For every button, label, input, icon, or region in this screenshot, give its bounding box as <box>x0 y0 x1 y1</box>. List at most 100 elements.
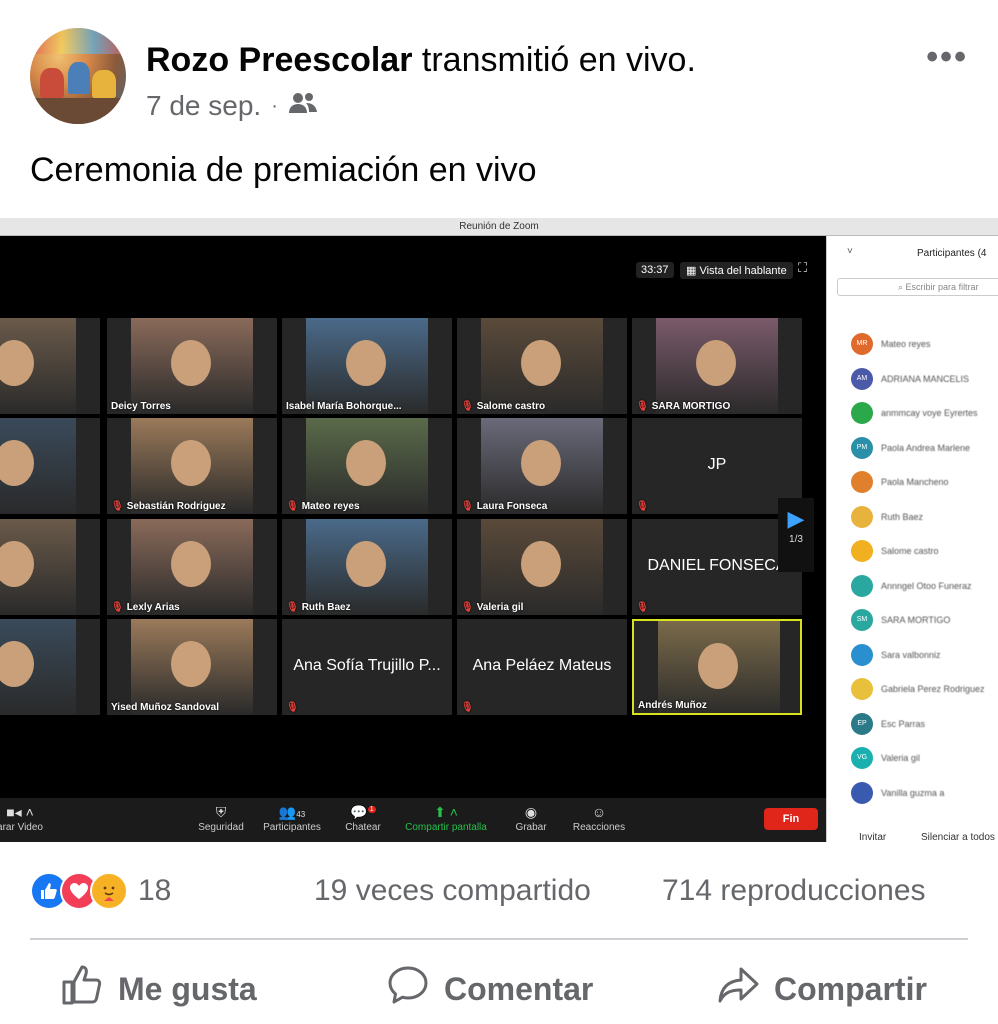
participant-video-tile[interactable]: Yised Muñoz Sandoval <box>107 619 277 715</box>
video-feed <box>481 519 603 615</box>
share-arrow-icon <box>716 963 760 1015</box>
page-avatar[interactable] <box>30 28 126 124</box>
participant-video-tile[interactable]: Isabel María Bohorque... <box>282 318 452 414</box>
video-feed <box>306 418 428 514</box>
participant-name-label: 🎙 SARA MORTIGO <box>636 401 730 412</box>
participant-video-tile[interactable]: L <box>0 318 100 414</box>
more-options-button[interactable]: ••• <box>926 38 968 77</box>
participants-count: 43 <box>296 810 306 819</box>
participant-row[interactable]: Sara valbonniz <box>851 643 941 667</box>
share-screen-button[interactable]: ⬆ ˄ Compartir pantalla <box>404 804 488 833</box>
participant-row[interactable]: Annngel Otoo Funeraz <box>851 574 972 598</box>
security-button[interactable]: ⛨ Seguridad <box>181 804 261 833</box>
reactions-summary[interactable]: 18 <box>30 872 171 910</box>
participant-video-tile[interactable] <box>0 619 100 715</box>
participant-name: Laura Fonseca <box>476 501 548 512</box>
next-page-button[interactable]: ▶ 1/3 <box>778 498 814 572</box>
end-meeting-button[interactable]: Fin <box>764 808 818 830</box>
fullscreen-icon[interactable]: ⛶ <box>798 260 807 276</box>
participant-video-tile[interactable]: 🎙 SARA MORTIGO <box>632 318 802 414</box>
participant-row[interactable]: Gabriela Perez Rodriguez <box>851 677 985 701</box>
video-feed <box>0 318 76 414</box>
participant-avatar <box>851 781 873 804</box>
participant-list-name: Esc Parras <box>881 718 926 729</box>
author-name[interactable]: Rozo Preescolar <box>146 41 412 79</box>
muted-mic-icon: 🎙 <box>636 602 649 613</box>
live-video-player[interactable]: Reunión de Zoom 33:37 ▦ Vista del hablan… <box>0 218 998 842</box>
participant-row[interactable]: SM SARA MORTIGO <box>851 608 950 632</box>
chat-button[interactable]: 💬 1 Chatear <box>323 804 403 833</box>
post-header: Rozo Preescolar transmitió en vivo. <box>146 40 696 80</box>
participant-list-name: Mateo reyes <box>881 339 931 349</box>
participant-row[interactable]: anmmcay voye Eyrertes <box>851 401 978 425</box>
participant-video-tile[interactable]: 🎙 Mateo reyes <box>282 418 452 514</box>
participant-name: Mateo reyes <box>301 501 360 512</box>
participant-row[interactable]: EP Esc Parras <box>851 712 925 736</box>
participant-avatar <box>851 540 873 562</box>
participant-row[interactable]: Vanilla guzma a <box>851 781 944 805</box>
invite-button[interactable]: Invitar <box>859 832 886 842</box>
participant-name-display: JP <box>707 456 727 473</box>
post-date[interactable]: 7 de sep. <box>146 90 261 122</box>
muted-mic-icon: 🎙 <box>636 401 649 412</box>
participant-video-tile[interactable]: 🎙 Lexly Arias <box>107 519 277 615</box>
post-meta: 7 de sep. · <box>146 90 318 122</box>
participant-face <box>346 340 386 386</box>
participant-face <box>0 641 34 687</box>
like-button[interactable]: Me gusta <box>60 964 257 1014</box>
participant-avatar: EP <box>851 712 873 735</box>
thumbs-up-icon <box>60 963 104 1015</box>
participant-video-tile[interactable]: JP 🎙 <box>632 418 802 514</box>
speaker-view-button[interactable]: ▦ Vista del hablante <box>680 262 793 279</box>
participant-video-tile[interactable]: 🎙 Valeria gil <box>457 519 627 615</box>
participant-video-tile[interactable]: Ana Sofía Trujillo P... 🎙 <box>282 619 452 715</box>
participant-video-tile[interactable]: ura <box>0 519 100 615</box>
participant-name-label: 🎙 Laura Fonseca <box>461 501 547 512</box>
video-feed <box>481 318 603 414</box>
participants-button[interactable]: 👥43 Participantes <box>252 804 332 833</box>
participant-video-tile[interactable]: 🎙 Ruth Baez <box>282 519 452 615</box>
participant-avatar <box>851 471 873 493</box>
participant-video-tile[interactable]: Andrés Muñoz <box>632 619 802 715</box>
participant-row[interactable]: Ruth Baez <box>851 505 923 529</box>
share-count[interactable]: 19 veces compartido <box>314 874 591 908</box>
meta-separator: · <box>271 94 278 117</box>
participant-row[interactable]: Paola Mancheno <box>851 470 949 494</box>
participant-row[interactable]: Salome castro <box>851 539 939 563</box>
share-button[interactable]: Compartir <box>716 964 927 1014</box>
participant-row[interactable]: AM ADRIANA MANCELIS <box>851 367 969 391</box>
muted-mic-icon: 🎙 <box>111 501 124 512</box>
participant-name-display: Ana Peláez Mateus <box>472 657 612 674</box>
participant-name-display: DANIEL FONSECA <box>647 557 787 574</box>
mute-all-button[interactable]: Silenciar a todos <box>921 832 995 842</box>
participant-face <box>521 340 561 386</box>
participant-list-name: anmmcay voye Eyrertes <box>881 408 978 418</box>
chevron-down-icon[interactable]: ˅ <box>847 246 853 257</box>
share-label: Compartir <box>774 970 927 1007</box>
participant-video-tile[interactable]: DANIEL FONSECA 🎙 <box>632 519 802 615</box>
participant-video-tile[interactable]: Deicy Torres <box>107 318 277 414</box>
record-label: Grabar <box>515 822 547 833</box>
participant-avatar: VG <box>851 747 873 769</box>
participant-row[interactable]: PM Paola Andrea Marlene <box>851 436 970 460</box>
reactions-button[interactable]: ☺ Reacciones <box>559 804 639 833</box>
page-indicator: 1/3 <box>789 534 803 545</box>
participant-video-tile[interactable]: Ana Peláez Mateus 🎙 <box>457 619 627 715</box>
participant-row[interactable]: VG Valeria gil <box>851 746 920 770</box>
participant-row[interactable]: MR Mateo reyes <box>851 332 931 356</box>
participant-face <box>696 340 736 386</box>
participant-name-label: 🎙 Salome castro <box>461 401 545 412</box>
participant-video-tile[interactable]: 🎙 Sebastián Rodriguez <box>107 418 277 514</box>
muted-mic-icon: 🎙 <box>461 602 474 613</box>
stop-video-button[interactable]: ■◂ ˄ arar Video <box>0 804 60 833</box>
video-feed <box>131 519 253 615</box>
participant-video-tile[interactable]: o jimenez <box>0 418 100 514</box>
comment-button[interactable]: Comentar <box>386 964 593 1014</box>
post-action-text: transmitió en vivo. <box>421 41 696 79</box>
participant-search-input[interactable]: ⌕ Escribir para filtrar <box>837 278 998 296</box>
stop-video-label: arar Video <box>0 822 43 833</box>
participant-name: Andrés Muñoz <box>638 700 707 711</box>
participant-video-tile[interactable]: 🎙 Salome castro <box>457 318 627 414</box>
participant-video-tile[interactable]: 🎙 Laura Fonseca <box>457 418 627 514</box>
reaction-count: 18 <box>138 874 172 907</box>
